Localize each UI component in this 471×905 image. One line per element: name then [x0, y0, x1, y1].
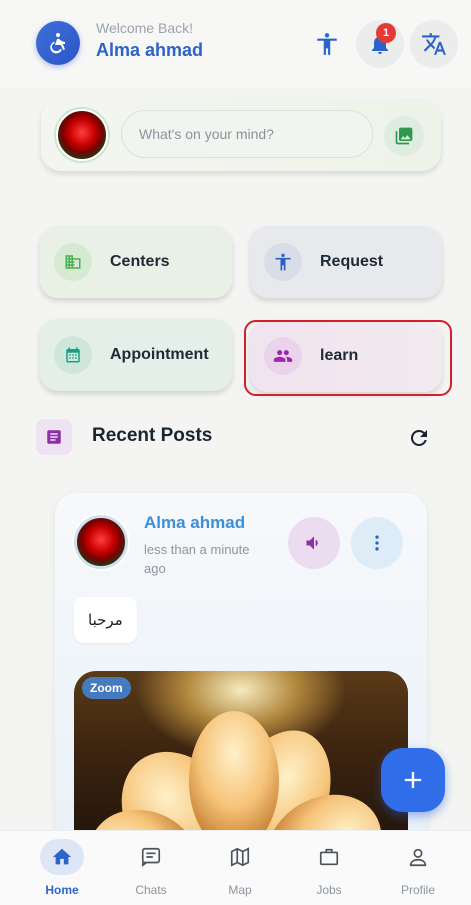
- calendar-icon: [54, 336, 92, 374]
- building-icon: [54, 243, 92, 281]
- avatar[interactable]: [74, 515, 128, 569]
- learn-label: learn: [320, 347, 359, 364]
- person-icon: [396, 839, 440, 875]
- nav-profile[interactable]: Profile: [378, 839, 458, 903]
- nav-home[interactable]: Home: [22, 839, 102, 903]
- more-options-button[interactable]: [351, 517, 403, 569]
- centers-button[interactable]: Centers: [40, 226, 232, 298]
- bottom-navigation: Home Chats Map Jobs Profile: [0, 830, 471, 905]
- image-icon: [395, 127, 413, 145]
- article-icon: [36, 419, 72, 455]
- accessibility-icon: [264, 243, 302, 281]
- read-aloud-button[interactable]: [288, 517, 340, 569]
- speaker-icon: [306, 536, 318, 550]
- nav-label: Chats: [135, 883, 167, 897]
- post-timestamp: less than a minute ago: [144, 542, 250, 576]
- nav-map[interactable]: Map: [200, 839, 280, 903]
- plus-icon: [404, 771, 422, 789]
- nav-label: Profile: [400, 883, 435, 897]
- briefcase-icon: [307, 839, 351, 875]
- refresh-icon: [410, 429, 427, 446]
- accessibility-icon: [317, 33, 337, 55]
- post-composer: What's on your mind?: [41, 99, 441, 171]
- centers-label: Centers: [110, 253, 170, 270]
- add-photo-button[interactable]: [384, 116, 424, 156]
- welcome-text: Welcome Back!: [96, 20, 193, 36]
- post-image[interactable]: Zoom: [74, 671, 408, 843]
- section-title: Recent Posts: [92, 425, 213, 446]
- request-button[interactable]: Request: [250, 226, 442, 298]
- username: Alma ahmad: [96, 40, 204, 60]
- post-input[interactable]: What's on your mind?: [121, 110, 373, 158]
- translate-button[interactable]: [410, 20, 458, 68]
- nav-jobs[interactable]: Jobs: [289, 839, 369, 903]
- nav-label: Home: [45, 883, 79, 897]
- post-author[interactable]: Alma ahmad: [144, 513, 245, 533]
- add-post-button[interactable]: [381, 748, 445, 812]
- nav-label: Jobs: [316, 883, 342, 897]
- appointment-label: Appointment: [110, 346, 209, 363]
- nav-label: Map: [228, 883, 252, 897]
- refresh-button[interactable]: [405, 424, 433, 452]
- nav-chats[interactable]: Chats: [111, 839, 191, 903]
- people-icon: [264, 337, 302, 375]
- learn-button[interactable]: learn: [250, 320, 442, 392]
- zoom-badge[interactable]: Zoom: [82, 677, 131, 699]
- map-icon: [218, 839, 262, 875]
- translate-icon: [422, 33, 446, 55]
- wheelchair-icon[interactable]: [36, 21, 80, 65]
- post-card: Alma ahmad less than a minute ago مرحبا: [55, 493, 427, 843]
- chat-icon: [129, 839, 173, 875]
- notification-badge: 1: [376, 23, 396, 43]
- request-label: Request: [320, 253, 384, 270]
- appointment-button[interactable]: Appointment: [40, 319, 232, 391]
- accessibility-button[interactable]: [303, 20, 351, 68]
- avatar[interactable]: [56, 109, 108, 161]
- home-icon: [40, 839, 84, 875]
- post-text: مرحبا: [74, 597, 137, 643]
- app-header: Welcome Back! Alma ahmad 1: [0, 0, 471, 88]
- more-vert-icon: [375, 535, 379, 551]
